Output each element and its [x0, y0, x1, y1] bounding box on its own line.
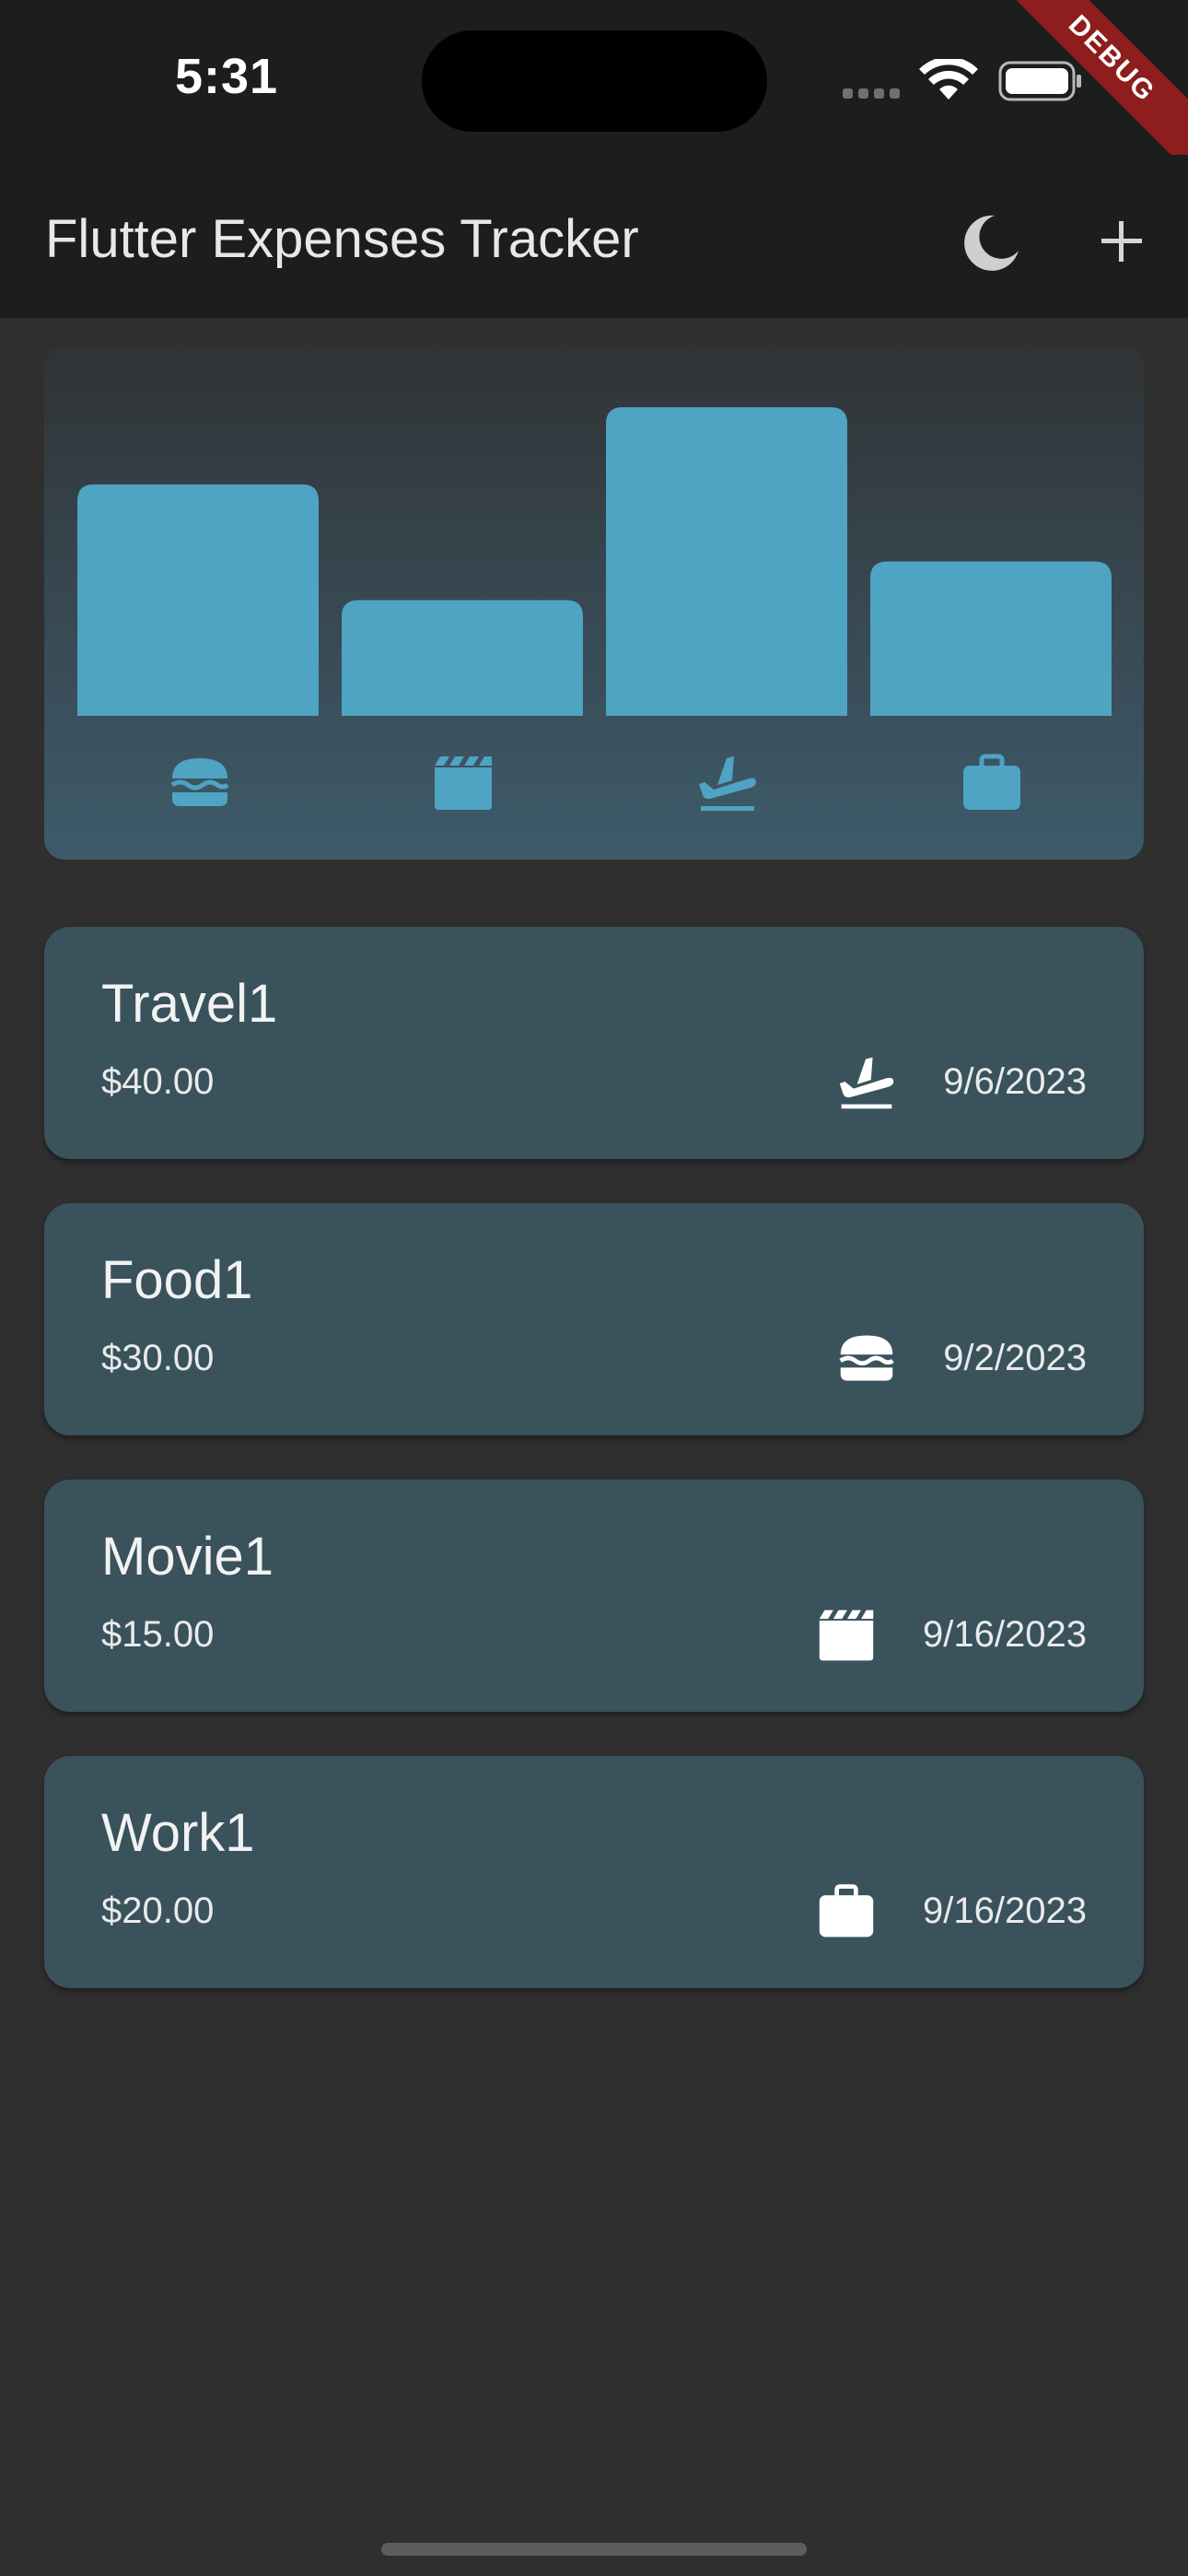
wifi-icon — [919, 59, 978, 100]
expense-item-travel1[interactable]: Travel1 $40.00 9/6/2023 — [44, 927, 1144, 1159]
home-indicator — [381, 2543, 807, 2556]
expense-amount: $20.00 — [101, 1891, 215, 1931]
expense-item-food1[interactable]: Food1 $30.00 9/2/2023 — [44, 1203, 1144, 1435]
expense-date: 9/16/2023 — [923, 1614, 1087, 1655]
expense-date: 9/2/2023 — [943, 1338, 1087, 1378]
plus-icon[interactable] — [1087, 206, 1157, 276]
dynamic-island — [422, 30, 767, 132]
cellular-signal-icon — [843, 87, 905, 103]
expense-item-movie1[interactable]: Movie1 $15.00 9/16/2023 — [44, 1480, 1144, 1712]
expense-title: Travel1 — [101, 974, 278, 1034]
flight-takeoff-icon — [699, 756, 756, 811]
chart-bar-food — [77, 484, 319, 716]
expense-title: Work1 — [101, 1803, 255, 1863]
chart-bar-leisure — [342, 600, 583, 716]
expense-date: 9/16/2023 — [923, 1891, 1087, 1931]
movie-clapper-icon — [435, 756, 492, 810]
burger-icon — [839, 1335, 894, 1381]
status-time: 5:31 — [175, 49, 279, 104]
briefcase-icon — [819, 1884, 874, 1938]
app-title: Flutter Expenses Tracker — [45, 209, 639, 269]
moon-icon[interactable] — [958, 210, 1024, 276]
burger-icon — [170, 758, 229, 806]
expense-amount: $40.00 — [101, 1061, 215, 1102]
expense-title: Food1 — [101, 1250, 253, 1310]
chart-bar-work — [870, 561, 1112, 716]
battery-icon — [998, 61, 1081, 101]
expense-date: 9/6/2023 — [943, 1061, 1087, 1102]
flight-takeoff-icon — [839, 1057, 894, 1109]
expense-item-work1[interactable]: Work1 $20.00 9/16/2023 — [44, 1756, 1144, 1988]
expense-amount: $30.00 — [101, 1338, 215, 1378]
status-bar: 5:31 DEBUG — [0, 0, 1188, 185]
movie-clapper-icon — [819, 1610, 874, 1661]
expense-amount: $15.00 — [101, 1614, 215, 1655]
briefcase-icon — [963, 754, 1020, 810]
expense-title: Movie1 — [101, 1527, 274, 1587]
expenses-chart — [44, 345, 1144, 860]
chart-bar-travel — [606, 407, 847, 716]
app-bar: Flutter Expenses Tracker — [0, 155, 1188, 318]
